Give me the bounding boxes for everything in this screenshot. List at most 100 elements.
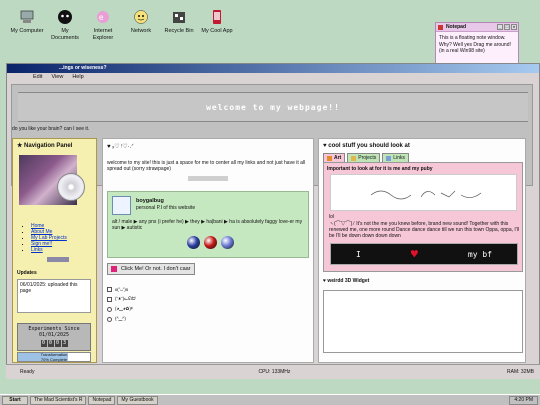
orb-row [187,236,234,249]
tab-projects[interactable]: Projects [347,153,381,162]
option-label: (◕‿◕✿)ᵎᵎᵎ [115,306,133,311]
option-item[interactable]: (ᵔᴥᵔ)ᓚᘏᗢ [107,294,309,304]
recycle-bin-icon [171,9,187,25]
intro-divider [188,176,228,181]
task-guestbook[interactable]: My Guestbook [117,395,158,405]
notepad-window[interactable]: Notepad _ □ × This is a floating note wi… [435,22,519,66]
links-icon [386,155,392,161]
counter-digit: 0 [47,340,54,347]
maximize-button[interactable]: □ [504,24,510,30]
updates-box: 06/01/2025: uploaded this page [17,279,91,313]
nav-links: Home About Me My Lab Projects Sign me!! … [31,223,92,253]
checkbox[interactable] [107,296,112,302]
notepad-body: This is a floating note window. Why? Wel… [439,35,511,54]
notepad-title: Notepad [446,24,466,30]
notepad-icon [438,24,443,30]
sketch-image [330,174,517,211]
desktop-icon-label: My Cool App [201,28,233,34]
profile-bio: alt / male ▶ any pns (i prefer he) ▶ the… [112,219,303,231]
menu-help[interactable]: Help [72,73,83,82]
profile-card: boygalbug personal P.I of this website a… [107,191,309,258]
avatar [112,196,131,215]
art-heading: Important to look at for it is me and my… [327,166,433,172]
orb-icon[interactable] [204,236,217,249]
album-art [19,155,85,205]
profile-desc: personal P.I of this website [136,205,196,211]
window-title[interactable]: ...ings or wiseness? [7,64,539,73]
counter-digit: 3 [61,340,68,347]
orb-icon[interactable] [187,236,200,249]
tab-art[interactable]: Art [323,153,346,162]
menu-view[interactable]: View [51,73,63,82]
heart-icon: ♥ [410,247,418,261]
transformation-progress: Transformation 70% Complete [17,352,91,362]
3d-widget[interactable] [323,290,523,353]
radio-button[interactable] [107,306,112,312]
projects-icon [351,155,357,161]
ie-icon: e [95,9,111,25]
app-icon [209,9,225,25]
brain-question: do you like your brain? can I see it. [12,126,90,132]
button-icon [111,266,117,272]
progress-label: Transformation 70% Complete [40,352,68,362]
clock: 4:20 PM [509,395,538,405]
minimize-button[interactable]: _ [497,24,503,30]
experiment-counter: Experiments Since 01/01/2025 0 0 0 3 [17,323,91,351]
art-icon [327,155,332,161]
taskbar: Start The Mad Scientist's R Notepad My G… [0,394,540,405]
lol-text: lol [329,214,335,220]
checkbox[interactable] [107,286,112,292]
notepad-titlebar[interactable]: Notepad _ □ × [436,23,518,32]
updates-section: Updates 06/01/2025: uploaded this page [17,270,92,313]
documents-icon [57,9,73,25]
nav-title: ★ Navigation Panel [17,143,73,149]
option-item[interactable]: (^‿^) [107,314,309,324]
network-icon [133,9,149,25]
story-text: ヽ(⌒▽⌒)ﾉ It's not the me you knew before,… [329,221,519,239]
option-item[interactable]: ʚ(ˆᴗˆ)ɞ [107,284,309,294]
counter-digit: 0 [54,340,61,347]
orb-icon[interactable] [221,236,234,249]
intro-panel: ♥ ₓ♡ ᵎ♡·.ᐟ welcome to my site! this is j… [102,138,314,363]
click-me-label: Click Me! Or not. I don't caar [121,266,191,272]
status-bar: Ready CPU: 133MHz RAM: 32MB [6,364,540,379]
updates-title: Updates [17,270,37,276]
close-button[interactable]: × [511,24,517,30]
menu-edit[interactable]: Edit [33,73,42,82]
tab-links[interactable]: Links [382,153,409,162]
widget-title: ♥ weirdd 3D Widget [323,278,370,284]
intro-text: welcome to my site! this is just a space… [107,160,306,172]
click-me-button[interactable]: Click Me! Or not. I don't caar [107,263,195,275]
status-ram: RAM: 32MB [507,369,534,375]
nav-link-links[interactable]: Links [31,247,43,253]
nav-divider [47,257,69,262]
option-label: ʚ(ˆᴗˆ)ɞ [115,286,129,292]
welcome-banner: welcome to my webpage!! [18,92,528,122]
mybf-right: my bf [467,249,492,259]
navigation-panel: ★ Navigation Panel Home About Me My Lab … [12,138,97,363]
status-cpu: CPU: 133MHz [258,369,291,375]
start-button[interactable]: Start [2,395,28,405]
my-bf-banner: I ♥ my bf [330,243,518,265]
cool-stuff-panel: ♥ cool stuff you should look at Art Proj… [318,138,526,363]
computer-icon [19,9,35,25]
svg-text:e: e [99,13,104,22]
menu-bar: Edit View Help [7,73,539,82]
cool-stuff-title: ♥ cool stuff you should look at [323,143,410,149]
option-label: (ᵔᴥᵔ)ᓚᘏᗢ [115,296,136,301]
option-list: ʚ(ˆᴗˆ)ɞ (ᵔᴥᵔ)ᓚᘏᗢ (◕‿◕✿)ᵎᵎᵎ (^‿^) [107,284,309,324]
tab-bar: Art Projects Links [323,153,521,162]
radio-button[interactable] [107,316,112,322]
intro-heading: ♥ ₓ♡ ᵎ♡·.ᐟ [107,144,134,150]
counter-digit: 0 [40,340,47,347]
task-mad-scientist[interactable]: The Mad Scientist's R [30,395,87,405]
status-ready: Ready [20,369,35,375]
option-label: (^‿^) [115,316,126,321]
counter-label: Experiments Since 01/01/2025 [28,326,80,338]
option-item[interactable]: (◕‿◕✿)ᵎᵎᵎ [107,304,309,314]
counter-digits: 0 0 0 3 [18,340,90,347]
profile-name: boygalbug [136,198,164,204]
desktop-icon-my-cool-app[interactable]: My Cool App [194,9,240,35]
cd-icon [57,173,85,201]
task-notepad[interactable]: Notepad [88,395,116,405]
